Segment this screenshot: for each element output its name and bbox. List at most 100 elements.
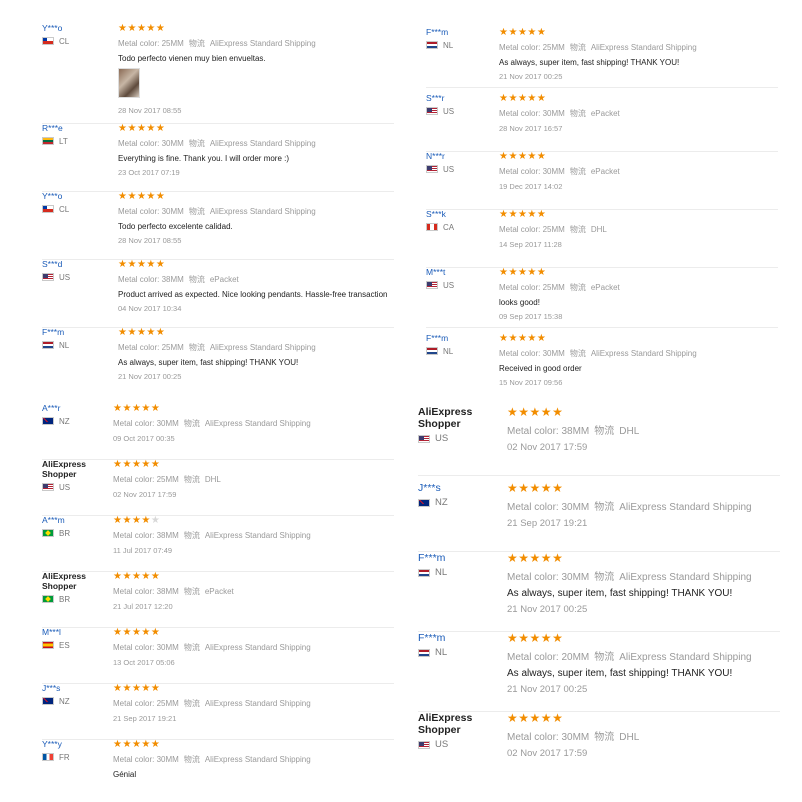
star-rating: ★★★★★ xyxy=(118,328,394,338)
review-meta: Metal color: 30MM 物流 AliExpress Standard S… xyxy=(113,418,394,429)
star-icon: ★ xyxy=(141,627,151,638)
review-meta: Metal color: 25MM 物流 DHL xyxy=(113,474,394,485)
review-body: ★★★★★ Metal color: 38MM 物流 AliExpress Stand… xyxy=(113,515,394,556)
country-code: NL xyxy=(443,40,454,50)
reviewer-name[interactable]: Y***o xyxy=(42,191,112,202)
review-meta: Metal color: 25MM 物流 AliExpress Standard S… xyxy=(118,342,394,353)
star-icon: ★ xyxy=(131,571,142,582)
review-date: 02 Nov 2017 17:59 xyxy=(507,442,588,453)
shipping-label: 物流 xyxy=(183,699,200,708)
reviewer-name[interactable]: S***d xyxy=(42,259,112,270)
shipping-label: 物流 xyxy=(569,283,586,292)
metal-color-label: Metal color: xyxy=(118,139,160,148)
star-icon: ★ xyxy=(127,24,137,34)
country-code: ES xyxy=(59,640,70,650)
reviewer-name[interactable]: J***s xyxy=(42,683,107,694)
star-icon: ★ xyxy=(136,259,147,270)
reviewer-name[interactable]: J***s xyxy=(418,482,501,494)
country-flag-icon xyxy=(418,434,430,443)
review-text: As always, super item, fast shipping! TH… xyxy=(507,588,733,599)
metal-color-value: 25MM xyxy=(161,39,184,48)
review-meta: Metal color: 30MM 物流 AliExpress Standard S… xyxy=(118,138,394,149)
reviewer-country: NL xyxy=(426,347,493,356)
star-icon: ★ xyxy=(150,515,161,526)
review-meta: Metal color: 30MM 物流 DHL xyxy=(507,728,780,743)
reviewer-name[interactable]: R***e xyxy=(42,123,112,134)
metal-color-value: 38MM xyxy=(156,587,179,596)
review-body: ★★★★★ Metal color: 30MM 物流 AliExpress Stand… xyxy=(507,552,780,615)
reviewer-name[interactable]: N***r xyxy=(426,151,493,162)
review-user: S***d US xyxy=(42,259,112,282)
star-icon: ★ xyxy=(141,739,151,750)
star-icon: ★ xyxy=(508,151,518,162)
star-rating: ★★★★★ xyxy=(113,740,394,750)
review-date: 21 Jul 2017 12:20 xyxy=(113,602,173,611)
reviewer-name[interactable]: F***m xyxy=(418,632,501,644)
metal-color-label: Metal color: xyxy=(499,109,541,118)
review-text: looks good! xyxy=(499,298,540,307)
review-item: AliExpress Shopper BR ★★★★★ Metal color: 38… xyxy=(42,571,394,628)
shipping-method: ePacket xyxy=(590,109,620,118)
reviewer-name[interactable]: Y***y xyxy=(42,739,107,750)
country-flag-icon xyxy=(42,205,54,214)
reviewer-name[interactable]: A***m xyxy=(42,515,107,526)
star-icon: ★ xyxy=(508,93,518,104)
review-photo-thumbnail[interactable] xyxy=(118,68,140,98)
shipping-method: AliExpress Standard Shipping xyxy=(204,699,311,708)
metal-color-value: 30MM xyxy=(161,139,184,148)
reviewer-name[interactable]: M***t xyxy=(426,267,493,278)
reviewer-name[interactable]: AliExpress Shopper xyxy=(418,406,501,430)
star-icon: ★ xyxy=(518,631,530,645)
star-icon: ★ xyxy=(507,711,519,725)
review-text: Received in good order xyxy=(499,364,582,373)
reviewer-name[interactable]: F***m xyxy=(418,552,501,564)
star-icon: ★ xyxy=(146,24,156,34)
star-icon: ★ xyxy=(536,28,547,38)
review-body: ★★★★★ Metal color: 38MM 物流 DHL 02 Nov 2017 1… xyxy=(507,406,780,453)
reviewer-name[interactable]: AliExpress Shopper xyxy=(42,571,107,592)
reviewer-name[interactable]: F***m xyxy=(426,28,493,38)
reviewer-country: US xyxy=(426,165,493,174)
review-item: Y***o CL ★★★★★ Metal color: 25MM 物流 AliExpres… xyxy=(42,24,394,124)
reviewer-name[interactable]: S***k xyxy=(426,209,493,220)
star-icon: ★ xyxy=(517,151,528,162)
review-date: 04 Nov 2017 10:34 xyxy=(118,304,182,313)
star-icon: ★ xyxy=(527,151,537,162)
star-icon: ★ xyxy=(122,404,132,414)
review-item: Y***o CL ★★★★★ Metal color: 30MM 物流 AliExpres… xyxy=(42,191,394,260)
reviewer-name[interactable]: M***l xyxy=(42,627,107,638)
review-user: Y***y FR xyxy=(42,739,107,762)
review-meta: Metal color: 30MM 物流 AliExpress Standard S… xyxy=(507,568,780,583)
review-user: F***m NL xyxy=(426,333,493,356)
reviewer-name[interactable]: AliExpress Shopper xyxy=(418,712,501,736)
reviewer-name[interactable]: F***m xyxy=(426,333,493,344)
reviewer-name[interactable]: S***r xyxy=(426,93,493,104)
reviewer-name[interactable]: F***m xyxy=(42,327,112,338)
metal-color-label: Metal color: xyxy=(499,283,541,292)
country-flag-icon xyxy=(42,529,54,538)
star-icon: ★ xyxy=(540,406,553,419)
metal-color-label: Metal color: xyxy=(499,225,541,234)
star-rating: ★★★★★ xyxy=(118,260,394,270)
review-item: S***r US ★★★★★ Metal color: 30MM 物流 ePacket 28… xyxy=(426,93,778,152)
star-icon: ★ xyxy=(146,191,156,202)
reviewer-country: ES xyxy=(42,641,107,650)
reviewer-country: US xyxy=(426,281,493,290)
review-item: F***m NL ★★★★★ Metal color: 25MM 物流 AliExpres… xyxy=(426,28,778,88)
metal-color-value: 30MM xyxy=(542,349,565,358)
metal-color-label: Metal color: xyxy=(118,39,160,48)
star-icon: ★ xyxy=(527,267,537,278)
review-body: ★★★★★ Metal color: 30MM 物流 AliExpress Stand… xyxy=(113,740,394,780)
star-rating: ★★★★★ xyxy=(118,124,394,134)
star-icon: ★ xyxy=(536,209,547,220)
reviewer-name[interactable]: AliExpress Shopper xyxy=(42,459,107,480)
review-item: S***d US ★★★★★ Metal color: 38MM 物流 ePacket Pr… xyxy=(42,259,394,328)
star-icon: ★ xyxy=(155,259,166,270)
reviewer-name[interactable]: Y***o xyxy=(42,24,112,34)
shipping-method: AliExpress Standard Shipping xyxy=(209,207,316,216)
review-body: ★★★★★ Metal color: 38MM 物流 ePacket Product a… xyxy=(118,260,394,314)
star-rating: ★★★★★ xyxy=(499,210,778,220)
reviewer-name[interactable]: A***r xyxy=(42,404,107,414)
star-icon: ★ xyxy=(131,739,142,750)
review-item: A***r NZ ★★★★★ Metal color: 30MM 物流 AliExpres… xyxy=(42,404,394,460)
